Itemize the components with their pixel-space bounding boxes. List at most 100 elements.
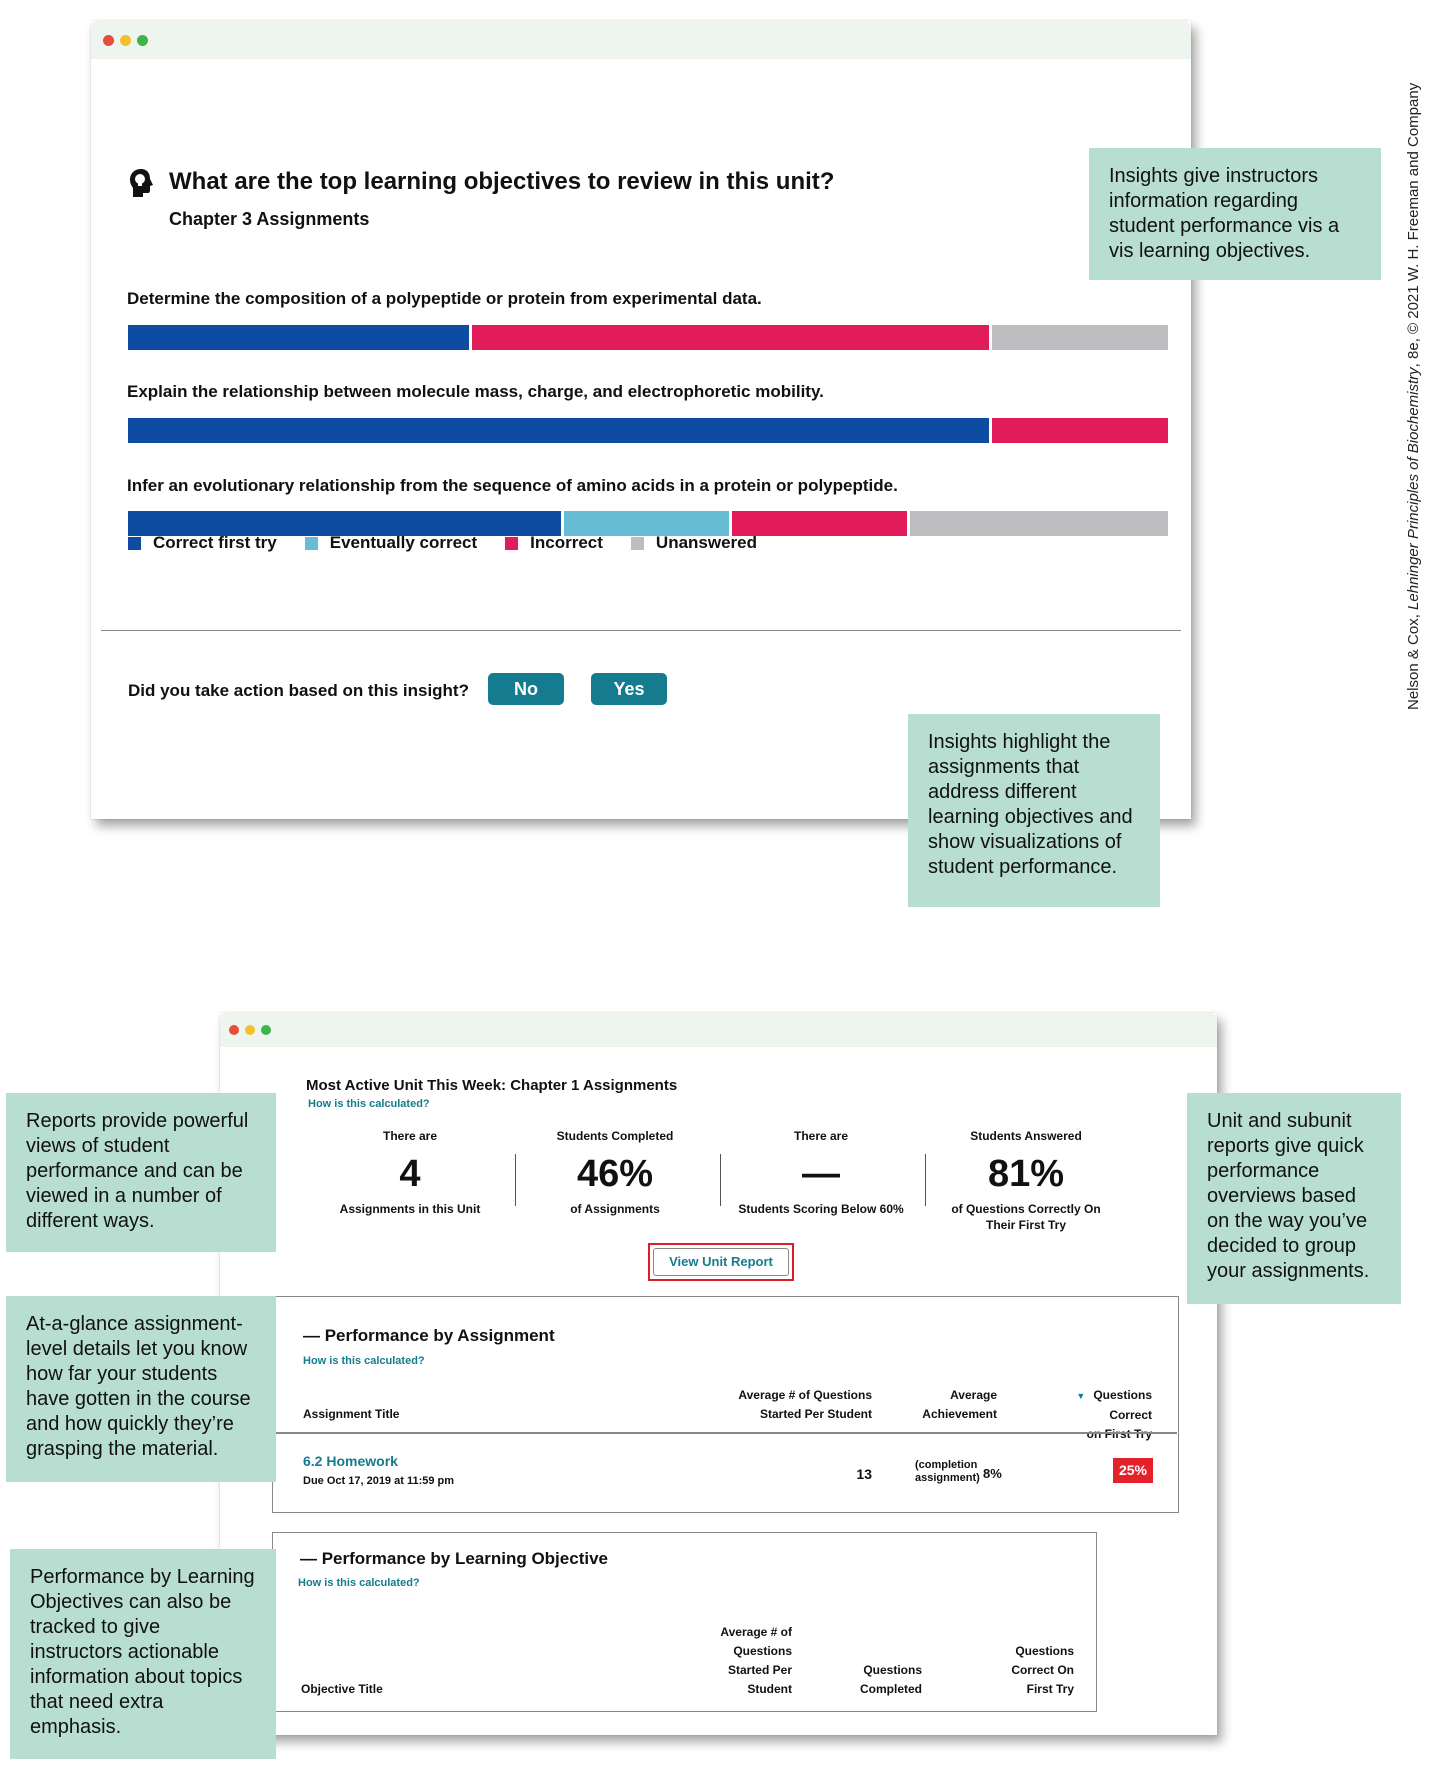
col-objective-first-try-2: Correct On — [1011, 1663, 1074, 1677]
credit-authors: Nelson & Cox, — [1405, 609, 1422, 710]
callout-insight-assignments: Insights highlight the assignments that … — [908, 714, 1160, 907]
stat-top-4: Students Answered — [970, 1129, 1082, 1143]
minimize-window-icon-2[interactable] — [245, 1025, 255, 1035]
col-first-try-2: on First Try — [1086, 1427, 1152, 1441]
bar-segment-correct-first-try — [128, 418, 989, 443]
col-first-try-1: ▼ Questions Correct — [1035, 1386, 1152, 1425]
bar-segment-incorrect — [991, 418, 1168, 443]
credit-line: Nelson & Cox, Lehninger Principles of Bi… — [1405, 83, 1422, 710]
sort-down-icon[interactable]: ▼ — [1076, 1391, 1085, 1401]
stat-top-1: There are — [382, 1129, 438, 1143]
window-titlebar-2 — [220, 1013, 1217, 1047]
legend-item-eventually: Eventually correct — [304, 533, 478, 553]
stat-top-2: Students Completed — [556, 1129, 674, 1143]
stat-completed: Students Completed 46% of Assignments — [530, 1129, 700, 1217]
col-assignment-title[interactable]: Assignment Title — [303, 1405, 399, 1424]
col-avg-questions[interactable]: Average # of Questions Started Per Stude… — [700, 1386, 872, 1424]
table-header-divider — [273, 1432, 1177, 1434]
close-window-icon-2[interactable] — [229, 1025, 239, 1035]
legend: Correct first try Eventually correct Inc… — [128, 533, 785, 553]
objective-label-1: Determine the composition of a polypepti… — [127, 289, 762, 308]
col-avg-achievement-2: Achievement — [922, 1407, 997, 1421]
legend-label-correct: Correct first try — [153, 533, 277, 552]
legend-label-unanswered: Unanswered — [655, 533, 758, 552]
completion-note-2: assignment) — [915, 1472, 980, 1484]
insight-subtitle: Chapter 3 Assignments — [169, 209, 370, 229]
col-objective-avg[interactable]: Average # of Questions Started Per Stude… — [690, 1623, 792, 1699]
yes-button[interactable]: Yes — [591, 673, 667, 705]
stat-separator — [515, 1154, 516, 1206]
view-unit-report-button[interactable]: View Unit Report — [653, 1248, 789, 1276]
col-objective-completed[interactable]: Questions Completed — [830, 1661, 922, 1699]
how-calculated-link[interactable]: How is this calculated? — [308, 1098, 430, 1110]
stat-caption-2: of Assignments — [570, 1202, 660, 1216]
col-avg-achievement-1: Average — [950, 1388, 997, 1402]
col-objective-avg-1: Average # of — [720, 1625, 792, 1639]
credit-rest: , 8e, © 2021 W. H. Freeman and Company — [1405, 82, 1422, 368]
col-objective-first-try-3: First Try — [1026, 1682, 1074, 1696]
avg-started-value: 13 — [856, 1466, 872, 1482]
perf-objective-heading[interactable]: — Performance by Learning Objective — [300, 1549, 608, 1569]
stat-top-3: There are — [793, 1129, 849, 1143]
avg-achievement-value: 8% — [983, 1466, 1002, 1481]
legend-item-incorrect: Incorrect — [505, 533, 603, 553]
col-objective-completed-1: Questions — [863, 1663, 922, 1677]
callout-performance-objectives: Performance by Learning Objectives can a… — [10, 1549, 276, 1759]
assignment-link[interactable]: 6.2 Homework — [303, 1453, 398, 1469]
stat-caption-1: Assignments in this Unit — [339, 1202, 481, 1216]
action-prompt: Did you take action based on this insigh… — [128, 681, 469, 700]
perf-objective-how-link[interactable]: How is this calculated? — [298, 1577, 420, 1589]
stat-separator — [720, 1154, 721, 1206]
col-first-try[interactable]: ▼ Questions Correct on First Try — [1035, 1386, 1152, 1444]
callout-insight-objectives: Insights give instructors information re… — [1089, 148, 1381, 280]
stat-caption-3: Students Scoring Below 60% — [738, 1202, 904, 1216]
col-objective-first-try[interactable]: Questions Correct On First Try — [980, 1642, 1074, 1699]
col-objective-title[interactable]: Objective Title — [301, 1680, 383, 1699]
col-objective-first-try-1: Questions — [1015, 1644, 1074, 1658]
col-avg-questions-2: Started Per Student — [759, 1407, 872, 1421]
col-objective-completed-2: Completed — [859, 1682, 922, 1696]
completion-note-1: (completion — [915, 1459, 978, 1471]
insight-question: What are the top learning objectives to … — [169, 168, 835, 195]
stat-separator — [925, 1154, 926, 1206]
report-title: Most Active Unit This Week: Chapter 1 As… — [306, 1077, 678, 1094]
objective-bar-1 — [128, 325, 1168, 350]
stat-value-1: 4 — [399, 1153, 421, 1195]
col-first-try-1-label: Questions Correct — [1093, 1388, 1152, 1422]
perf-assignment-how-link[interactable]: How is this calculated? — [303, 1355, 425, 1367]
completion-note: (completion assignment) — [915, 1459, 980, 1485]
objective-label-3: Infer an evolutionary relationship from … — [127, 476, 898, 495]
callout-reports: Reports provide powerful views of studen… — [6, 1093, 276, 1252]
swatch-unanswered — [630, 536, 644, 550]
maximize-window-icon-2[interactable] — [261, 1025, 271, 1035]
stat-value-3: — — [802, 1153, 840, 1195]
legend-item-correct: Correct first try — [128, 533, 277, 553]
close-window-icon[interactable] — [103, 35, 114, 46]
perf-assignment-heading[interactable]: — Performance by Assignment — [303, 1326, 555, 1346]
stat-value-2: 46% — [576, 1153, 654, 1195]
swatch-correct — [128, 536, 141, 550]
objective-label-2: Explain the relationship between molecul… — [127, 382, 824, 401]
legend-label-eventually: Eventually correct — [329, 533, 478, 552]
stat-value-4: 81% — [987, 1153, 1065, 1195]
objective-bar-2 — [128, 418, 1168, 443]
bar-segment-unanswered — [910, 511, 1168, 536]
no-button[interactable]: No — [488, 673, 564, 705]
callout-at-a-glance: At-a-glance assignment-level details let… — [6, 1296, 276, 1482]
stat-caption-4: of Questions Correctly On Their First Tr… — [951, 1202, 1101, 1232]
col-objective-avg-2: Questions — [733, 1644, 792, 1658]
swatch-incorrect — [505, 536, 519, 550]
credit-book: Lehninger Principles of Biochemistry — [1405, 367, 1422, 610]
stat-assignments: There are 4 Assignments in this Unit — [325, 1129, 495, 1217]
col-objective-avg-4: Student — [747, 1682, 792, 1696]
col-objective-avg-3: Started Per — [727, 1663, 792, 1677]
assignment-due-date: Due Oct 17, 2019 at 11:59 pm — [303, 1475, 455, 1487]
maximize-window-icon[interactable] — [137, 35, 148, 46]
insight-window: What are the top learning objectives to … — [91, 21, 1191, 819]
col-avg-achievement[interactable]: Average Achievement — [900, 1386, 997, 1424]
col-avg-questions-1: Average # of Questions — [738, 1388, 872, 1402]
callout-unit-reports: Unit and subunit reports give quick perf… — [1187, 1093, 1401, 1304]
minimize-window-icon[interactable] — [120, 35, 131, 46]
first-try-badge: 25% — [1113, 1458, 1153, 1483]
stat-first-try: Students Answered 81% of Questions Corre… — [941, 1129, 1111, 1233]
